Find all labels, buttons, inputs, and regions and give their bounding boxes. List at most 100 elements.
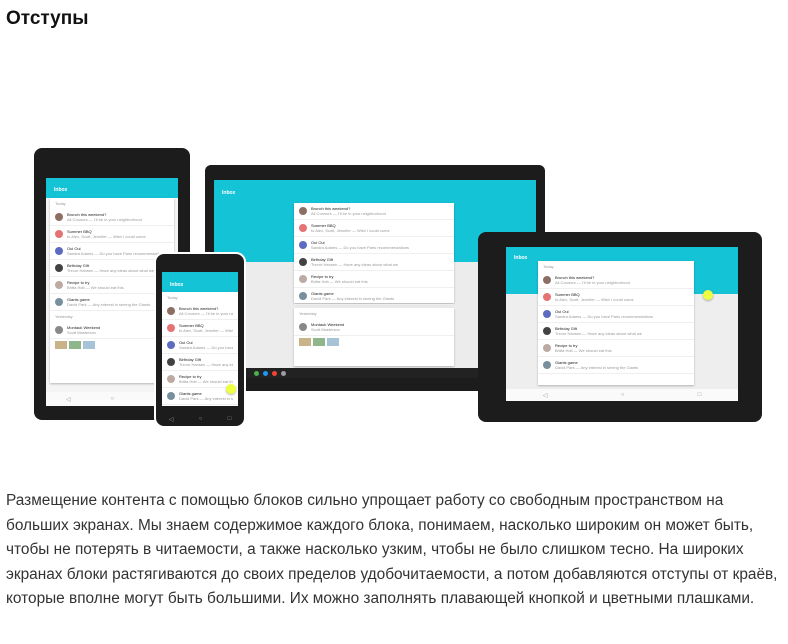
back-icon[interactable]: ◁ [66, 396, 71, 403]
avatar [167, 392, 175, 400]
list-item[interactable]: Brunch this weekend? Ali Connors — I'll b… [538, 272, 694, 289]
back-icon[interactable]: ◁ [543, 392, 548, 399]
avatar [55, 264, 63, 272]
item-sub: David Park — Any interest in seeing the … [555, 365, 639, 370]
home-icon[interactable]: ○ [199, 416, 203, 422]
avatar [55, 281, 63, 289]
list-item[interactable]: Brunch this weekend? Ali Connors — I'll b… [162, 303, 238, 320]
list-item[interactable]: Recipe to try Britta Holt — We should eat… [538, 340, 694, 357]
list-item[interactable]: Summer BBQ to Alex, Scott, Jennifer — Wis… [162, 320, 238, 337]
list-item[interactable]: Summer BBQ to Alex, Scott, Jennifer — Wis… [294, 220, 454, 237]
message-list: Brunch this weekend? Ali Connors — I'll b… [294, 203, 454, 305]
list-item[interactable]: Oui OuiSandra Adams — Do you have Paris … [294, 237, 454, 254]
list-item[interactable]: Birthday Gift Trevor Hansen — Have any id… [294, 254, 454, 271]
section-label: Today [55, 201, 66, 206]
avatar [167, 341, 175, 349]
avatar [299, 258, 307, 266]
list-item[interactable]: Giants game David Park — Any interest in … [538, 357, 694, 374]
item-sub: David Park — Any interest in seeing the … [179, 396, 233, 401]
avatar [543, 344, 551, 352]
list-item[interactable]: Summer BBQ to Alex, Scott, Jennifer — Wis… [538, 289, 694, 306]
avatar [55, 230, 63, 238]
avatar [167, 307, 175, 315]
section-label: Today [543, 264, 554, 269]
app-icon[interactable] [254, 370, 259, 376]
app-title: Inbox [170, 282, 184, 288]
item-sub: Ali Connors — I'll be in your neighborho… [179, 311, 233, 316]
tablet-landscape-screen: Inbox Today Brunch this weekend? Ali Conn… [506, 247, 738, 401]
avatar [55, 247, 63, 255]
item-sub: Sandra Adams — Do you have Paris recomme… [555, 314, 654, 319]
avatar [167, 375, 175, 383]
app-icon[interactable] [272, 370, 277, 376]
app-icon[interactable] [281, 370, 286, 376]
avatar [299, 224, 307, 232]
phone: Inbox Today Brunch this weekend? Ali Conn… [154, 252, 246, 428]
item-sub: Britta Holt — We should eat this [67, 285, 124, 290]
item-sub: Trevor Hansen — Have any ideas about wha… [311, 262, 399, 267]
avatar [55, 298, 63, 306]
item-sub: Britta Holt — We should eat this [555, 348, 612, 353]
app-title: Inbox [222, 190, 236, 196]
fab-button[interactable] [226, 384, 236, 394]
page-title: Отступы [6, 8, 89, 29]
list-item[interactable]: Giants game David Park — Any interest in … [294, 288, 454, 305]
home-icon[interactable]: ○ [111, 396, 115, 402]
item-sub: Ali Connors — I'll be in your neighborho… [311, 211, 386, 216]
nav-bar: ◁ ○ □ [156, 412, 244, 426]
list-item[interactable]: Brunch this weekend? Ali Connors — I'll b… [294, 203, 454, 220]
item-sub: Sandra Adams — Do you have Paris recomme… [311, 245, 410, 250]
tablet-landscape: Inbox Today Brunch this weekend? Ali Conn… [478, 232, 762, 422]
thumbnails [294, 336, 454, 348]
back-icon[interactable]: ◁ [169, 416, 174, 423]
recents-icon[interactable]: □ [228, 416, 232, 422]
item-sub: to Alex, Scott, Jennifer — Wish I could … [311, 228, 390, 233]
avatar [167, 324, 175, 332]
item-sub: Sandra Adams — Do you have Paris recomme… [67, 251, 166, 256]
message-card: Yesterday Montauk Weekend Scott Masterson [294, 308, 454, 366]
avatar [55, 213, 63, 221]
avatar [299, 275, 307, 283]
avatar [299, 292, 307, 300]
list-item[interactable]: Montauk Weekend Scott Masterson [294, 319, 454, 336]
message-list: Today Brunch this weekend? Ali Connors — … [538, 261, 694, 385]
list-item[interactable]: Summer BBQ to Alex, Scott, Jennifer — Wis… [50, 226, 174, 243]
avatar [55, 326, 63, 334]
item-sub: Sandra Adams — Do you have Paris recomme… [179, 345, 233, 350]
phone-screen: Inbox Today Brunch this weekend? Ali Conn… [162, 272, 238, 406]
avatar [543, 293, 551, 301]
fab-button[interactable] [703, 290, 713, 300]
app-title: Inbox [514, 255, 528, 261]
list-item[interactable]: Brunch this weekend? Ali Connors — I'll b… [50, 209, 174, 226]
avatar [299, 207, 307, 215]
avatar [543, 310, 551, 318]
avatar [543, 327, 551, 335]
avatar [543, 361, 551, 369]
item-sub: Ali Connors — I'll be in your neighborho… [555, 280, 630, 285]
item-sub: Britta Holt — We should eat this [179, 379, 233, 384]
section-label: Yesterday [299, 311, 317, 316]
list-item[interactable]: Birthday Gift Trevor Hansen — Have any id… [162, 354, 238, 371]
list-item[interactable]: Birthday Gift Trevor Hansen — Have any id… [538, 323, 694, 340]
item-sub: Scott Masterson [311, 327, 340, 332]
avatar [299, 241, 307, 249]
list-item[interactable]: Oui OuiSandra Adams — Do you have Paris … [162, 337, 238, 354]
avatar [543, 276, 551, 284]
item-sub: to Alex, Scott, Jennifer — Wish I could … [179, 328, 233, 333]
item-sub: Britta Holt — We should eat this [311, 279, 368, 284]
avatar [299, 323, 307, 331]
home-icon[interactable]: ○ [621, 392, 625, 398]
recents-icon[interactable]: □ [698, 392, 702, 398]
item-sub: David Park — Any interest in seeing the … [67, 302, 151, 307]
list-item[interactable]: Oui OuiSandra Adams — Do you have Paris … [538, 306, 694, 323]
section-label: Today [167, 295, 178, 300]
app-icon[interactable] [263, 370, 268, 376]
item-sub: Trevor Hansen — Have any ideas about wha… [179, 362, 233, 367]
nav-bar: ◁ ○ □ [506, 389, 738, 401]
avatar [167, 358, 175, 366]
item-sub: Trevor Hansen — Have any ideas about wha… [67, 268, 155, 273]
item-sub: to Alex, Scott, Jennifer — Wish I could … [555, 297, 634, 302]
app-title: Inbox [54, 187, 68, 193]
item-sub: David Park — Any interest in seeing the … [311, 296, 395, 301]
list-item[interactable]: Recipe to try Britta Holt — We should eat… [294, 271, 454, 288]
